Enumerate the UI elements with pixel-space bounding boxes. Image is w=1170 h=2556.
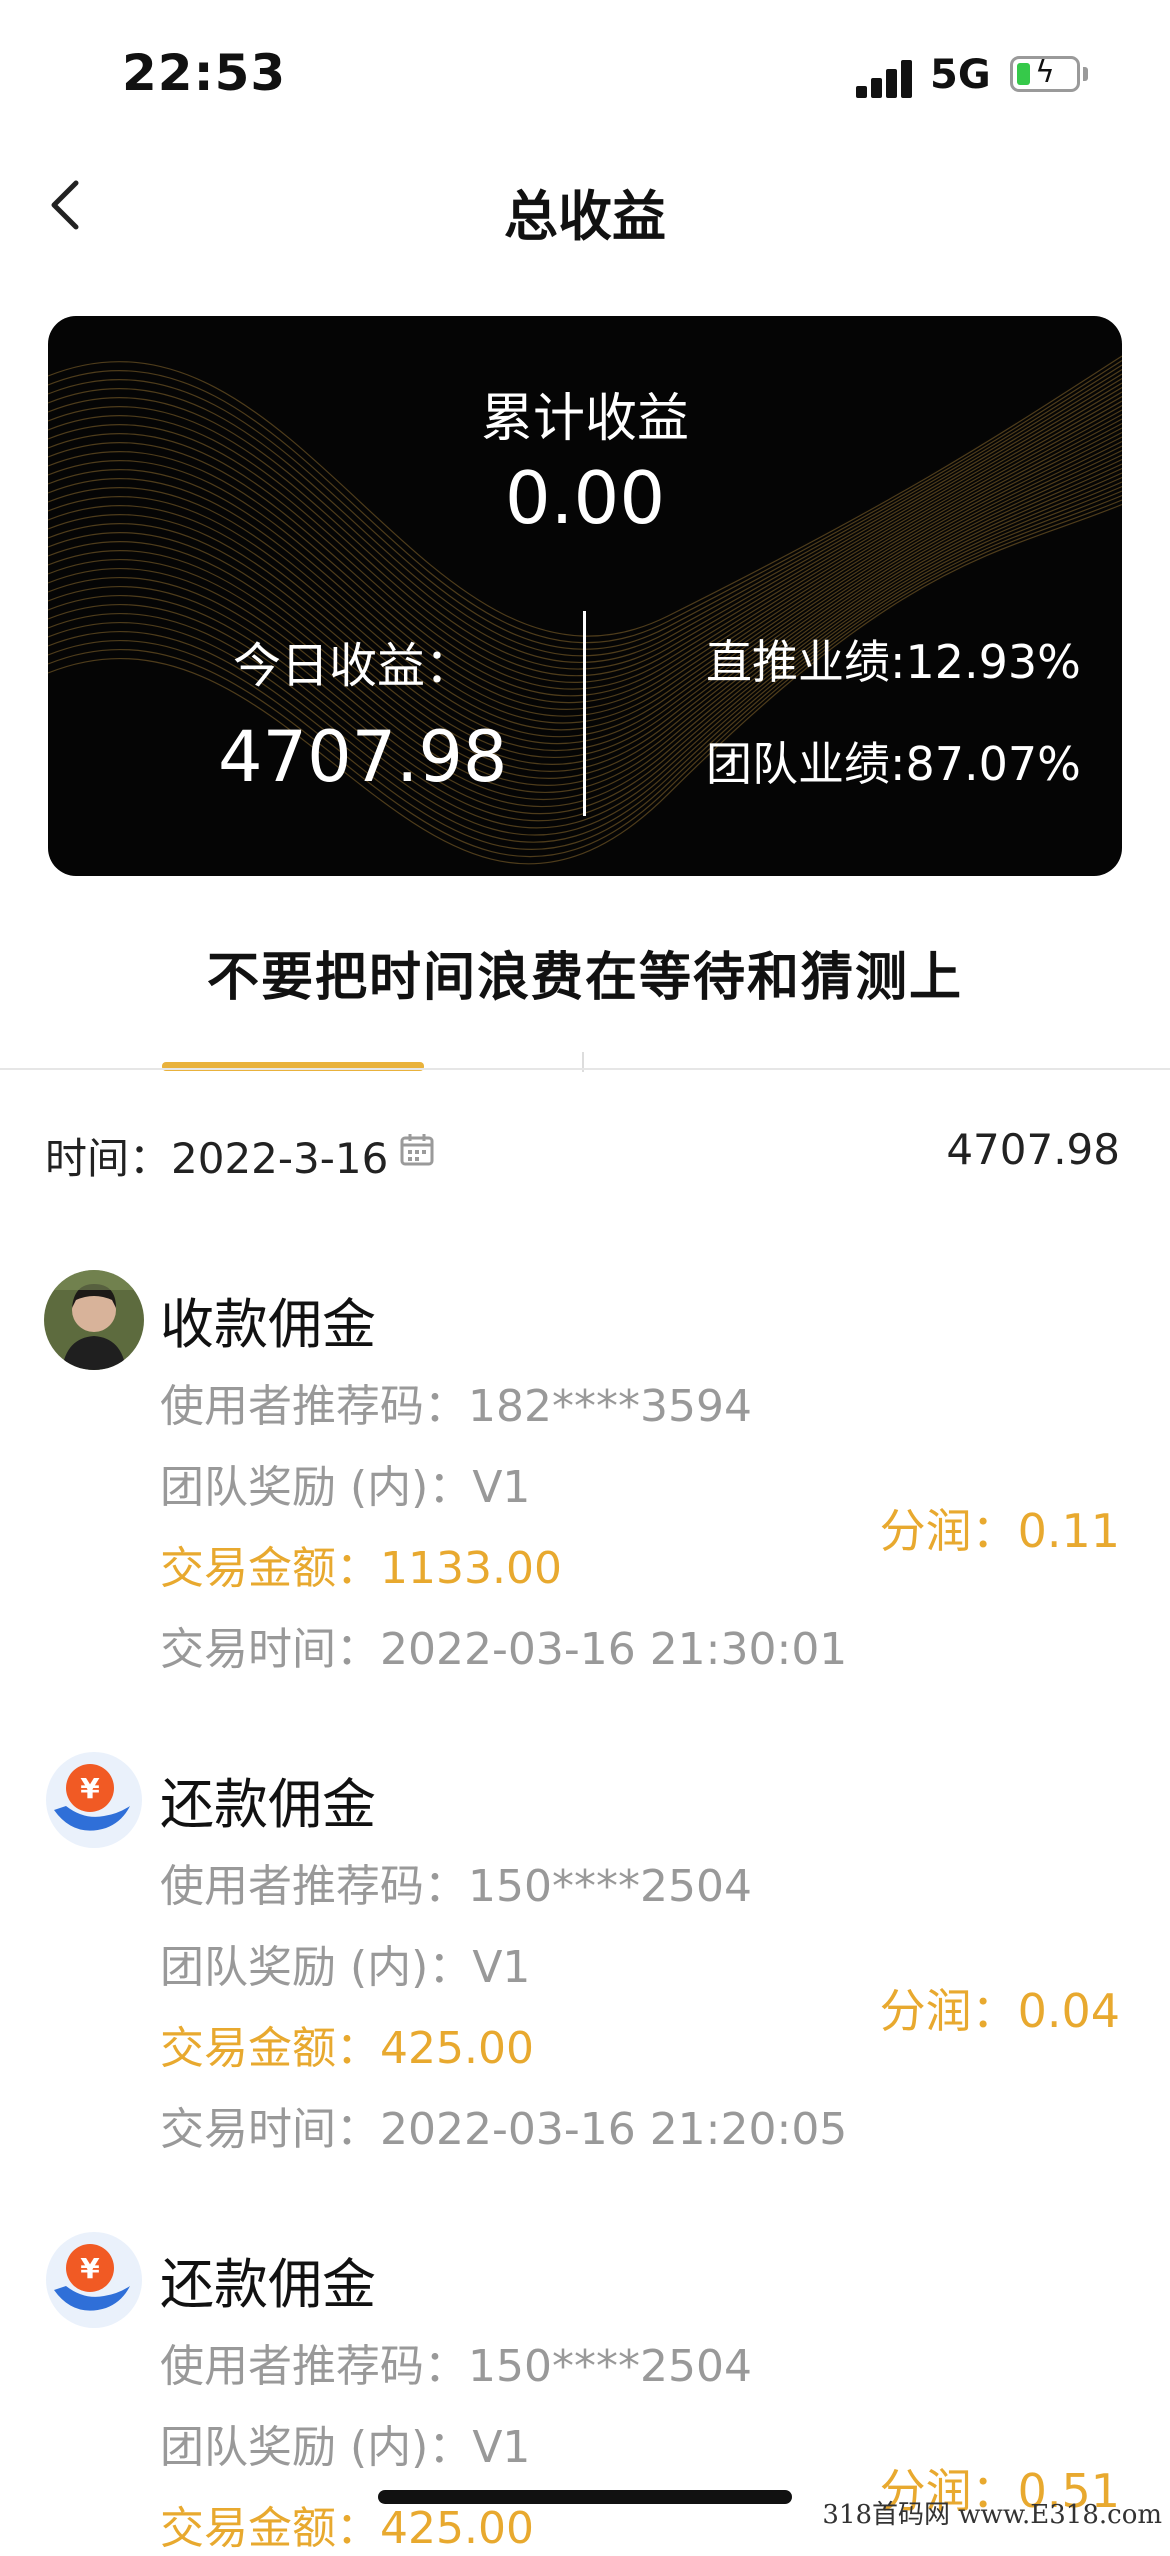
page-title: 总收益 [504, 185, 666, 248]
calendar-icon[interactable] [400, 1132, 434, 1166]
motto-banner: 不要把时间浪费在等待和猜测上 [206, 948, 963, 1008]
date-total-amount: 4707.98 [946, 1125, 1120, 1174]
team-reward: 团队奖励 (内)：V1 [160, 1462, 531, 1513]
direct-performance: 直推业绩:12.93% [706, 635, 1081, 689]
earnings-card: 累计收益 0.00 今日收益： 4707.98 直推业绩:12.93% 团队业绩… [48, 316, 1122, 876]
list-item[interactable]: ¥ 还款佣金 使用者推荐码：150****2504 团队奖励 (内)：V1 交易… [0, 2230, 1170, 2554]
user-avatar [44, 1270, 144, 1370]
network-type: 5G [930, 52, 991, 98]
list-item[interactable]: 收款佣金 使用者推荐码：182****3594 团队奖励 (内)：V1 交易金额… [0, 1270, 1170, 1675]
record-title: 收款佣金 [160, 1293, 376, 1356]
record-title: 还款佣金 [160, 2253, 376, 2316]
today-earnings-value: 4707.98 [218, 716, 508, 798]
team-reward: 团队奖励 (内)：V1 [160, 2422, 531, 2473]
date-filter-label[interactable]: 时间：2022-3-16 [45, 1125, 388, 1186]
cumulative-earnings-value: 0.00 [504, 456, 666, 540]
card-divider [583, 611, 586, 816]
transaction-amount: 交易金额：425.00 [160, 2023, 534, 2074]
today-earnings-label: 今日收益： [233, 638, 474, 694]
transaction-amount: 交易金额：1133.00 [160, 1543, 562, 1594]
cumulative-earnings-label: 累计收益 [480, 389, 689, 449]
profit-share: 分润：0.04 [879, 1984, 1120, 2038]
transaction-time: 交易时间：2022-03-16 21:20:05 [160, 2104, 848, 2155]
profit-share: 分润：0.11 [879, 1504, 1120, 1558]
referral-code: 使用者推荐码：182****3594 [160, 1381, 752, 1432]
referral-code: 使用者推荐码：150****2504 [160, 2341, 752, 2392]
divider-line [0, 1068, 1170, 1070]
svg-text:¥: ¥ [80, 1772, 100, 1805]
yen-hand-icon: ¥ [44, 2230, 144, 2330]
list-item[interactable]: ¥ 还款佣金 使用者推荐码：150****2504 团队奖励 (内)：V1 交易… [0, 1750, 1170, 2155]
status-bar: 22:53 5G ϟ [0, 0, 1170, 150]
status-time: 22:53 [122, 44, 287, 102]
record-title: 还款佣金 [160, 1773, 376, 1836]
signal-icon [856, 58, 916, 98]
team-performance: 团队业绩:87.07% [706, 737, 1081, 791]
watermark: 318首码网 www.E318.com [822, 2500, 1162, 2530]
battery-icon: ϟ [1010, 55, 1080, 92]
transaction-time: 交易时间：2022-03-16 21:30:01 [160, 1624, 848, 1675]
yen-hand-icon: ¥ [44, 1750, 144, 1850]
svg-text:¥: ¥ [80, 2252, 100, 2285]
home-indicator[interactable] [378, 2490, 792, 2504]
referral-code: 使用者推荐码：150****2504 [160, 1861, 752, 1912]
battery-tip [1083, 67, 1088, 81]
team-reward: 团队奖励 (内)：V1 [160, 1942, 531, 1993]
